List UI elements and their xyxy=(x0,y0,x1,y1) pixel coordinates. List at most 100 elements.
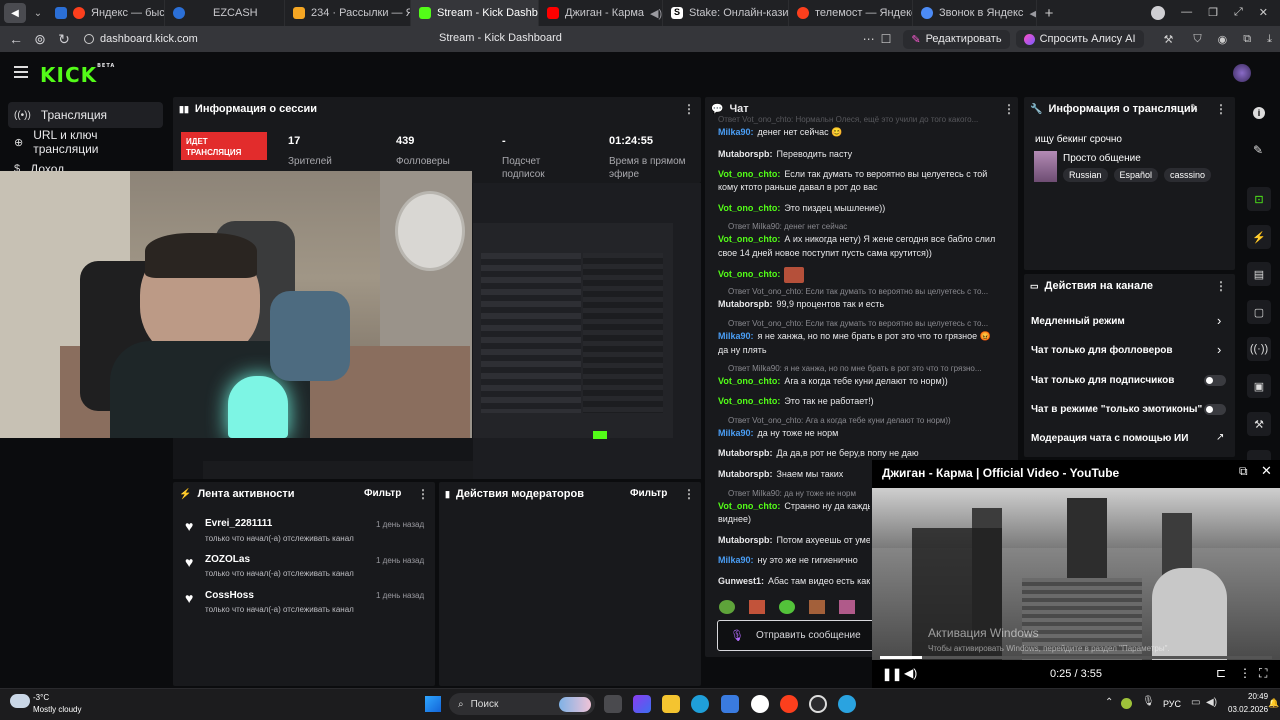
save-icon[interactable]: ▣ xyxy=(1247,374,1271,398)
yandex-icon[interactable] xyxy=(780,695,798,713)
explorer-icon[interactable] xyxy=(662,695,680,713)
yandex-browser-icon[interactable] xyxy=(751,695,769,713)
alice-button[interactable]: Спросить Алису AI xyxy=(1015,30,1144,48)
more-options-icon[interactable]: ⋮ xyxy=(683,487,695,501)
kick-logo[interactable]: KICKBETA xyxy=(40,63,115,87)
chat-username[interactable]: Vot_ono_chto: xyxy=(718,501,780,511)
tag-chip[interactable]: Español xyxy=(1113,168,1159,182)
hamburger-menu-icon[interactable] xyxy=(14,66,28,78)
close-window-button[interactable]: ✕ xyxy=(1259,6,1268,20)
chevron-right-icon[interactable]: › xyxy=(1217,313,1221,328)
obs-icon[interactable] xyxy=(809,695,827,713)
tray-app-icon[interactable] xyxy=(1121,698,1132,709)
volume-icon[interactable]: ◀) xyxy=(1206,697,1217,708)
network-icon[interactable]: ▭ xyxy=(1191,697,1200,708)
copilot-icon[interactable] xyxy=(633,695,651,713)
clip-icon[interactable]: ⊡ xyxy=(1247,187,1271,211)
more-icon[interactable]: ⋯ xyxy=(863,32,875,46)
pip-progress-track[interactable] xyxy=(880,656,1272,659)
minimize-button[interactable]: — xyxy=(1181,6,1192,20)
weather-icon[interactable] xyxy=(10,694,30,708)
ai-moderation-row[interactable]: Модерация чата с помощью ИИ xyxy=(1031,433,1188,444)
more-options-icon[interactable]: ⋮ xyxy=(1215,279,1227,293)
chat-username[interactable]: Vot_ono_chto: xyxy=(718,234,780,244)
new-tab-button[interactable]: + xyxy=(1037,5,1061,22)
tabs-dropdown-button[interactable]: ⌄ xyxy=(29,8,47,19)
clock-date[interactable]: 03.02.2026 xyxy=(1228,705,1268,714)
chat-username[interactable]: Milka90: xyxy=(718,555,754,565)
wrench-icon[interactable]: ⚒ xyxy=(1247,412,1271,436)
more-options-icon[interactable]: ⋮ xyxy=(417,487,429,501)
chat-username[interactable]: Vot_ono_chto: xyxy=(718,203,780,213)
microphone-icon[interactable]: 🎙 xyxy=(730,629,744,642)
language-indicator[interactable]: РУС xyxy=(1163,699,1181,709)
browser-menu-button[interactable]: ◀ xyxy=(4,3,26,23)
chat-options-icon[interactable]: ⋮ xyxy=(1003,102,1015,116)
pip-video-window[interactable]: Джиган - Карма | Official Video - YouTub… xyxy=(872,460,1280,688)
chat-username[interactable]: Vot_ono_chto: xyxy=(718,269,780,279)
tab-kick-dashboard[interactable]: Stream - Kick Dashbo ✕ xyxy=(411,0,539,26)
filter-button[interactable]: Фильтр xyxy=(364,488,401,499)
fullscreen-icon[interactable]: ⛶ xyxy=(1259,666,1267,681)
audio-icon[interactable]: ◀) xyxy=(650,7,662,20)
edit-pencil-icon[interactable]: ✎ xyxy=(1190,103,1198,114)
document-icon[interactable]: ▤ xyxy=(1247,262,1271,286)
copy-icon[interactable]: ⧉ xyxy=(1243,33,1251,46)
subscribers-only-toggle[interactable] xyxy=(1204,375,1226,386)
chat-username[interactable]: Vot_ono_chto: xyxy=(718,396,780,406)
store-icon[interactable] xyxy=(721,695,739,713)
screen-icon[interactable]: ◉ xyxy=(1218,33,1228,46)
emote-only-toggle[interactable] xyxy=(1204,404,1226,415)
chat-username[interactable]: Vot_ono_chto: xyxy=(718,376,780,386)
nav-item-stream[interactable]: ((•)) Трансляция xyxy=(8,102,163,128)
chat-bubble-icon[interactable]: ▢ xyxy=(1247,300,1271,324)
extension-icon[interactable]: ⚒ xyxy=(1164,33,1174,46)
activity-username[interactable]: CossHoss xyxy=(205,590,254,601)
emote-icon[interactable] xyxy=(749,600,765,614)
tab-yandex[interactable]: Яндекс — быстрый пои xyxy=(47,0,165,26)
restore-button[interactable]: ❐ xyxy=(1208,6,1218,20)
close-icon[interactable]: ✕ xyxy=(1261,463,1272,479)
nav-item-stream-key[interactable]: ⊕ URL и ключ трансляции xyxy=(8,128,163,156)
notifications-icon[interactable]: 🔔 xyxy=(1268,698,1279,709)
more-options-icon[interactable]: ⋮ xyxy=(683,102,695,116)
external-link-icon[interactable]: ↗ xyxy=(1216,432,1224,443)
chat-username[interactable]: Mutaborspb: xyxy=(718,535,773,545)
followers-only-row[interactable]: Чат только для фолловеров xyxy=(1031,345,1173,356)
bookmark-icon[interactable]: ☐ xyxy=(881,32,892,46)
filter-button[interactable]: Фильтр xyxy=(630,488,667,499)
more-options-icon[interactable]: ⋮ xyxy=(1215,102,1227,116)
save-video-icon[interactable]: ⊏ xyxy=(1216,666,1226,680)
emote-icon[interactable] xyxy=(839,600,855,614)
reload-icon[interactable]: ↻ xyxy=(52,31,76,48)
telegram-icon[interactable] xyxy=(838,695,856,713)
more-icon[interactable]: ⋮ xyxy=(1239,666,1251,680)
tab-youtube[interactable]: Джиган - Карма ◀) xyxy=(539,0,663,26)
info-icon[interactable]: i xyxy=(1253,107,1265,119)
tab-stake[interactable]: S Stake: Онлайн-казино и xyxy=(663,0,789,26)
audio-icon[interactable]: ◀) xyxy=(1029,7,1036,20)
bolt-icon[interactable]: ⚡ xyxy=(1247,225,1271,249)
emote-icon[interactable] xyxy=(779,600,795,614)
start-button[interactable] xyxy=(425,696,441,712)
chat-username[interactable]: Milka90: xyxy=(718,428,754,438)
volume-icon[interactable]: ◀) xyxy=(904,666,917,680)
edge-icon[interactable] xyxy=(691,695,709,713)
chat-username[interactable]: Milka90: xyxy=(718,127,754,137)
slow-mode-row[interactable]: Медленный режим xyxy=(1031,316,1125,327)
chat-username[interactable]: Vot_ono_chto: xyxy=(718,169,780,179)
emote-icon[interactable] xyxy=(809,600,825,614)
tray-arrow-icon[interactable]: ⌃ xyxy=(1105,697,1113,708)
tag-chip[interactable]: Russian xyxy=(1063,168,1108,182)
task-view-icon[interactable] xyxy=(604,695,622,713)
pause-icon[interactable]: ❚❚ xyxy=(882,667,902,681)
edit-button[interactable]: ✎ Редактировать xyxy=(903,29,1010,49)
chat-username[interactable]: Mutaborspb: xyxy=(718,299,773,309)
tag-chip[interactable]: casssino xyxy=(1164,168,1212,182)
chat-username[interactable]: Mutaborspb: xyxy=(718,469,773,479)
profile-icon[interactable] xyxy=(1151,6,1166,20)
download-icon[interactable]: ⤓ xyxy=(1267,33,1272,46)
chat-username[interactable]: Gunwest1: xyxy=(718,576,764,586)
chat-username[interactable]: Mutaborspb: xyxy=(718,448,773,458)
user-avatar[interactable] xyxy=(1233,64,1251,82)
